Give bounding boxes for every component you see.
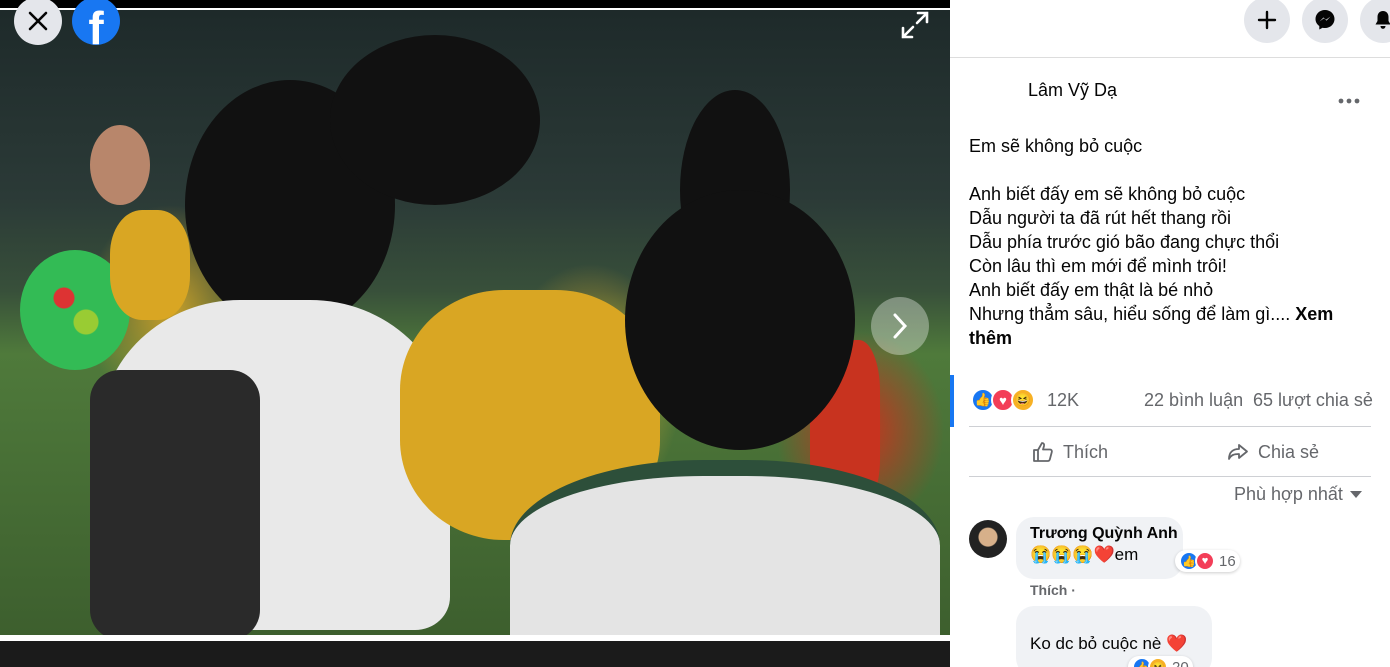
divider (969, 476, 1371, 477)
child-hair (625, 190, 855, 450)
post-line: Còn lâu thì em mới để mình trôi! (969, 256, 1227, 276)
reaction-count[interactable]: 12K (1047, 390, 1079, 411)
divider (969, 426, 1371, 427)
post-line: Em sẽ không bỏ cuộc (969, 136, 1143, 156)
chevron-right-icon (893, 313, 908, 339)
post-line: Anh biết đấy em sẽ không bỏ cuộc (969, 184, 1246, 204)
sort-label: Phù hợp nhất (1234, 484, 1343, 504)
more-horizontal-icon (1338, 98, 1360, 104)
comment-text: Ko dc bỏ cuộc nè ❤️ (1030, 634, 1188, 653)
person-yellow-shirt (110, 210, 190, 320)
create-button[interactable] (1244, 0, 1290, 43)
post-line-text: Nhưng thẳm sâu, hiểu sống để làm gì.... (969, 304, 1291, 324)
phone-in-hand (90, 370, 260, 635)
top-bar (950, 0, 1390, 58)
haha-reaction-icon: 😆 (1148, 657, 1168, 667)
next-photo-button[interactable] (871, 297, 929, 355)
post-line: Dẫu người ta đã rút hết thang rồi (969, 208, 1232, 228)
comment-like-link[interactable]: Thích · (1030, 582, 1076, 598)
love-reaction-icon: ♥ (1195, 551, 1215, 571)
dark-hair (330, 35, 540, 205)
comment-reactions[interactable]: 👍 😆 20 (1128, 656, 1193, 667)
haha-reaction-icon: 😆 (1011, 388, 1035, 412)
commenter-avatar[interactable] (969, 520, 1007, 558)
bell-icon (1375, 11, 1390, 29)
author-name[interactable]: Lâm Vỹ Dạ (1028, 80, 1117, 101)
facebook-logo-letter: f (88, 2, 104, 45)
expand-button[interactable] (898, 8, 932, 42)
focus-indicator (950, 375, 954, 427)
post-line (969, 158, 1369, 182)
reaction-icons[interactable]: 👍 ♥ 😆 (971, 388, 1035, 414)
child-shirt (510, 460, 940, 635)
comment-reactions[interactable]: 👍 ♥ 16 (1175, 550, 1240, 572)
post-line-last: Nhưng thẳm sâu, hiểu sống để làm gì.... … (969, 302, 1369, 350)
top-edge (0, 8, 950, 10)
like-label: Thích (1063, 441, 1109, 462)
person-face (90, 125, 150, 205)
plus-icon (1257, 10, 1277, 30)
post-line: Anh biết đấy em thật là bé nhỏ (969, 280, 1214, 300)
comment-reaction-count: 20 (1172, 658, 1189, 667)
reactions-summary: 👍 ♥ 😆 12K 22 bình luận 65 lượt chia sẻ (969, 388, 1374, 416)
share-count[interactable]: 65 lượt chia sẻ (1253, 390, 1373, 411)
expand-icon (901, 11, 929, 39)
comment-text: 😭😭😭❤️em (1030, 545, 1139, 564)
post-line: Dẫu phía trước gió bão đang chực thổi (969, 232, 1280, 252)
post-panel: Lâm Vỹ Dạ Em sẽ không bỏ cuộc Anh biết đ… (950, 0, 1390, 667)
post-text: Em sẽ không bỏ cuộc Anh biết đấy em sẽ k… (969, 134, 1369, 350)
close-icon (28, 11, 48, 31)
post-more-button[interactable] (1334, 86, 1364, 116)
author-avatar[interactable] (969, 78, 1019, 128)
bottom-strip (0, 641, 950, 667)
comment-sort-dropdown[interactable]: Phù hợp nhất (1234, 484, 1363, 505)
comment-reaction-count: 16 (1219, 552, 1236, 570)
comment-count[interactable]: 22 bình luận (1144, 390, 1243, 411)
share-label: Chia sẻ (1258, 441, 1320, 462)
messenger-icon (1315, 10, 1335, 30)
caret-down-icon (1349, 490, 1362, 498)
post-photo[interactable] (0, 10, 950, 635)
like-button[interactable]: Thích (1031, 434, 1108, 470)
commenter-name[interactable] (1030, 614, 1198, 632)
photo-viewer: f (0, 0, 950, 667)
comment-bubble: Trương Quỳnh Anh 😭😭😭❤️em (1016, 517, 1183, 579)
share-button[interactable]: Chia sẻ (1226, 434, 1319, 470)
notifications-button[interactable] (1360, 0, 1390, 43)
share-icon (1228, 444, 1248, 460)
messenger-button[interactable] (1302, 0, 1348, 43)
commenter-name[interactable]: Trương Quỳnh Anh (1030, 525, 1178, 543)
thumbs-up-icon (1033, 442, 1053, 462)
